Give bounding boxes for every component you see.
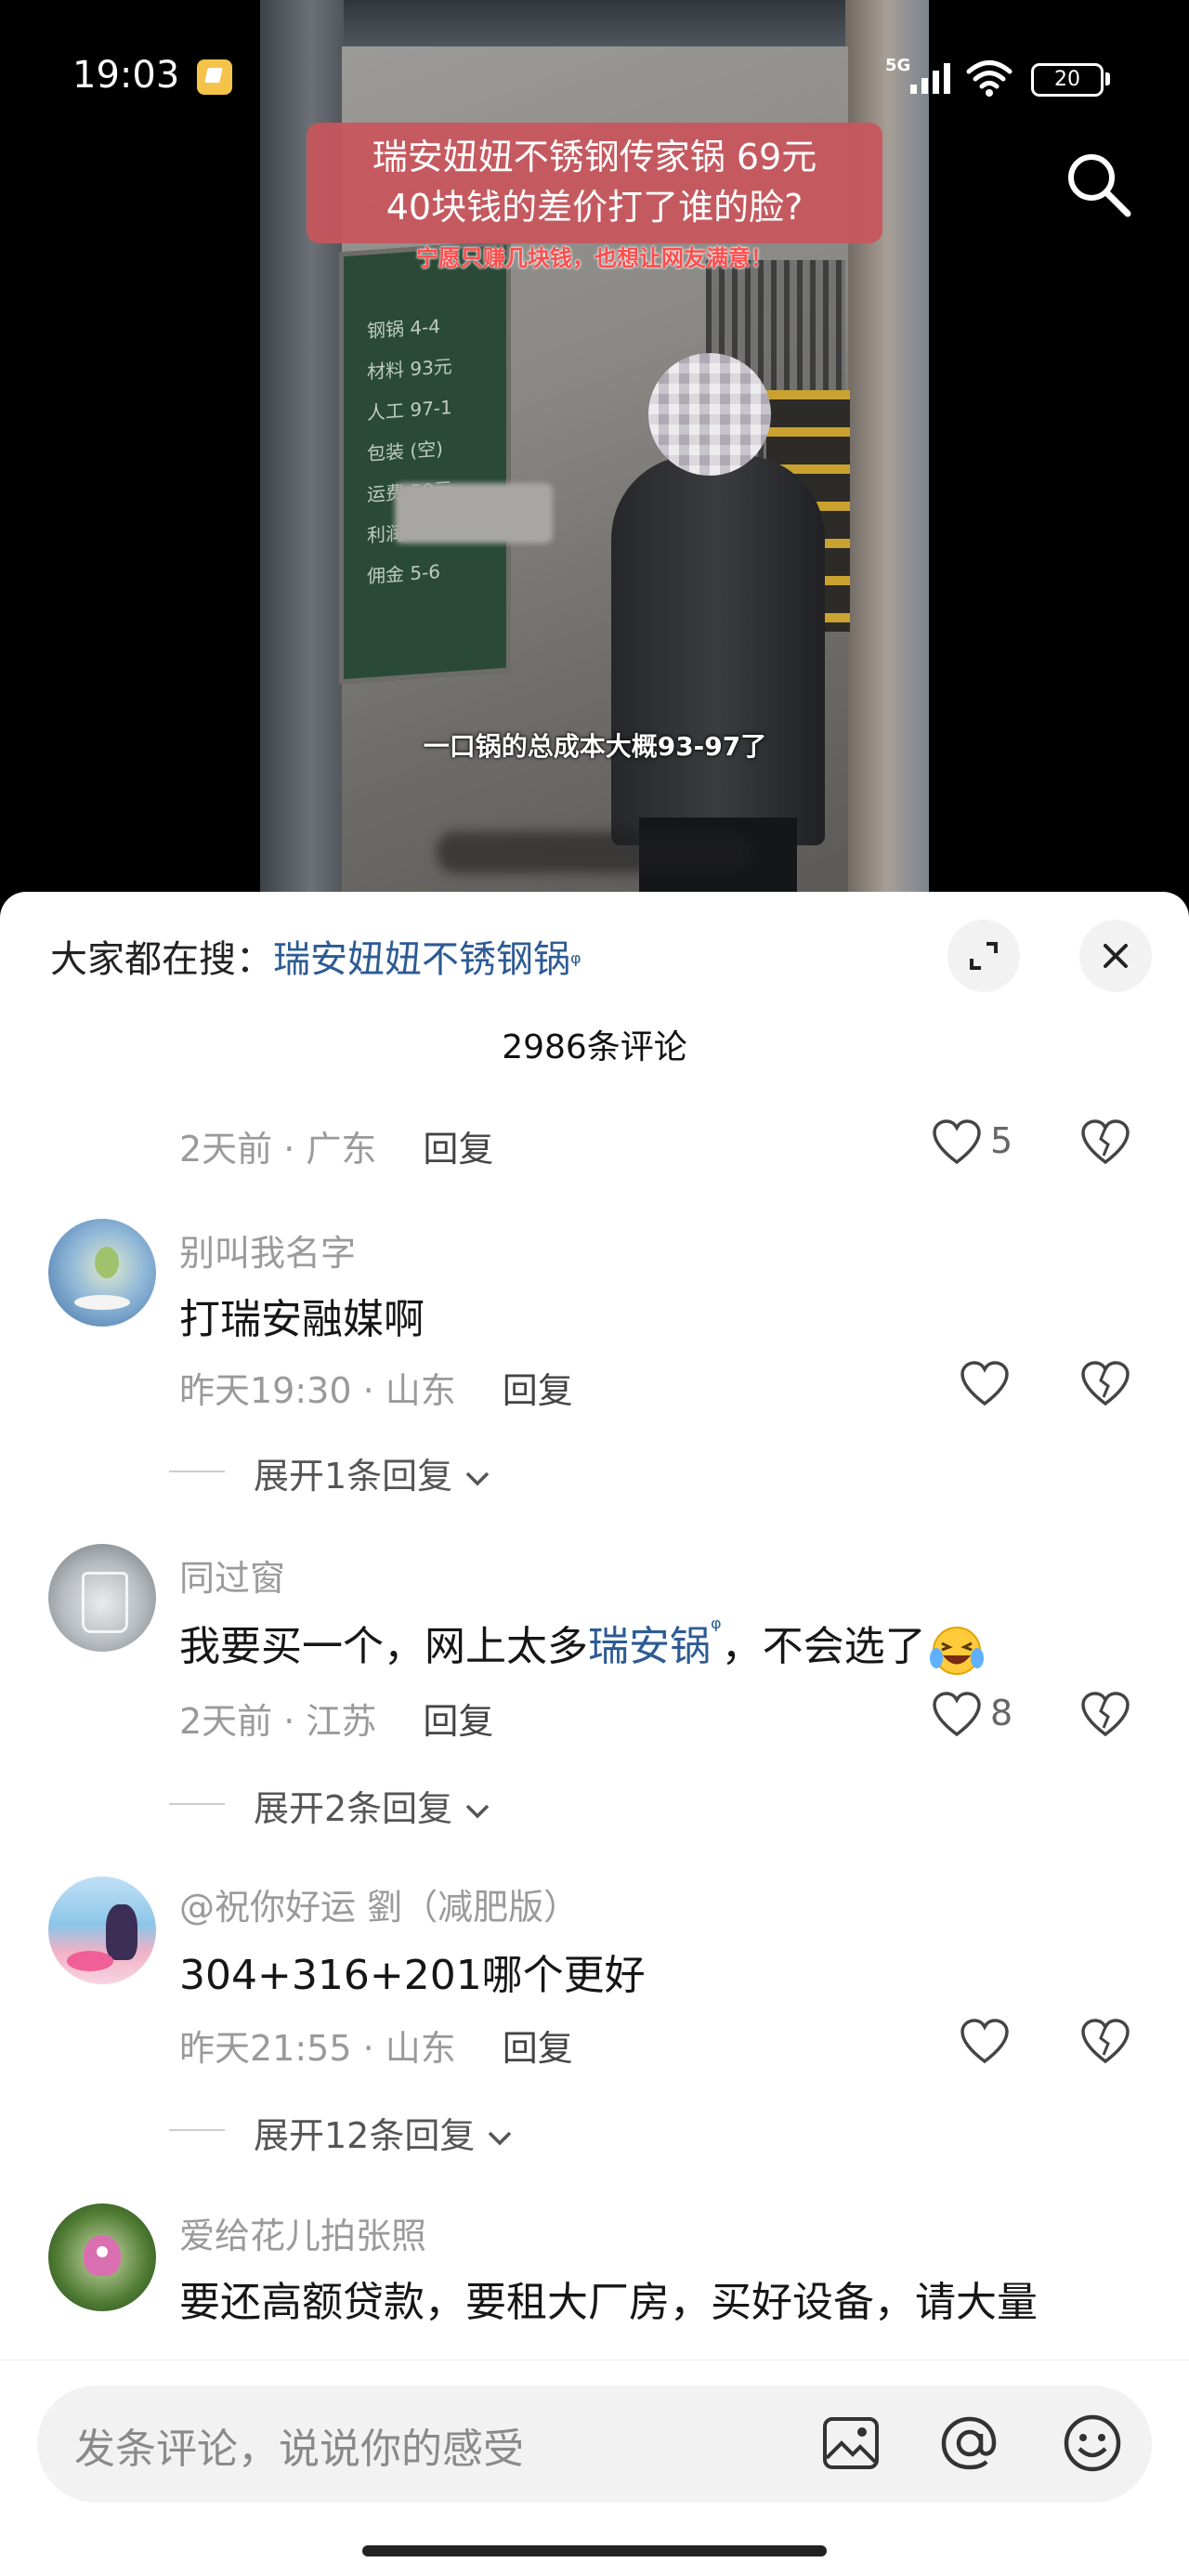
- close-button[interactable]: [1079, 920, 1152, 992]
- comment-text: 要还高额贷款，要租大厂房，买好设备，请大量: [179, 2279, 1038, 2326]
- comment-author[interactable]: 别叫我名字: [179, 1224, 356, 1275]
- person-figure: [611, 455, 825, 845]
- hot-search[interactable]: 大家都在搜：瑞安妞妞不锈钢锅ᵠ: [50, 929, 581, 983]
- comment-author[interactable]: 同过窗: [179, 1550, 285, 1601]
- chevron-down-icon: [466, 1804, 490, 1819]
- video-player[interactable]: 钢锅 4-4 材料 93元 人工 97-1 包装 (空) 运费 50元 利润 佣…: [0, 0, 1189, 892]
- comment-text-part: 我要买一个，网上太多: [179, 1623, 588, 1670]
- like-count: 5: [990, 1120, 1013, 1161]
- avatar[interactable]: [48, 1219, 156, 1327]
- video-caption: 一口锅的总成本大概93-97了: [423, 731, 767, 762]
- avatar[interactable]: [48, 2203, 156, 2311]
- avatar-pear: [95, 1247, 119, 1278]
- dislike-icon[interactable]: [1079, 1360, 1131, 1408]
- video-title-line1: 瑞安妞妞不锈钢传家锅 69元: [372, 137, 817, 177]
- like-icon[interactable]: [959, 2018, 1011, 2066]
- expand-replies-label: 展开12条回复: [254, 2115, 476, 2156]
- comment-author[interactable]: @祝你好运 劉（减肥版）: [179, 1878, 579, 1929]
- search-icon: ᵠ: [570, 948, 581, 978]
- like-count: 8: [990, 1693, 1013, 1733]
- dislike-icon[interactable]: [1079, 1691, 1131, 1739]
- video-title-line2: 40块钱的差价打了谁的脸?: [385, 187, 804, 228]
- reply-button[interactable]: 回复: [503, 1370, 573, 1411]
- blurred-subtitle: [437, 831, 752, 873]
- like-icon[interactable]: [931, 1691, 983, 1739]
- search-icon[interactable]: [1061, 147, 1135, 221]
- divider: [169, 1471, 225, 1472]
- expand-button[interactable]: [947, 920, 1020, 992]
- avatar-figure: [106, 1904, 137, 1960]
- video-subtitle: 宁愿只赚几块钱，也想让网友满意！: [416, 245, 773, 271]
- reply-button[interactable]: 回复: [503, 2028, 573, 2069]
- signal-icon: [910, 63, 950, 94]
- comment-time-location: 昨天19:30 · 山东: [179, 1370, 456, 1411]
- home-indicator[interactable]: [362, 2545, 827, 2556]
- laughing-emoji-icon: [929, 1627, 984, 1675]
- comment-meta: 2天前 · 江苏 回复: [179, 1693, 493, 1744]
- dislike-icon[interactable]: [1079, 1118, 1131, 1167]
- comment-text: 我要买一个，网上太多瑞安锅ᵠ，不会选了: [179, 1613, 987, 1677]
- expand-replies-label: 展开2条回复: [254, 1788, 453, 1829]
- avatar[interactable]: [48, 1876, 156, 1984]
- comment-time-location: 2天前 · 江苏: [179, 1701, 377, 1742]
- video-title-banner: 瑞安妞妞不锈钢传家锅 69元 40块钱的差价打了谁的脸?: [307, 123, 882, 243]
- comment-meta: 昨天19:30 · 山东 回复: [179, 1362, 573, 1413]
- like-icon[interactable]: [959, 1360, 1011, 1408]
- comment-meta: 2天前 · 广东 回复: [179, 1120, 493, 1171]
- avatar[interactable]: [48, 1544, 156, 1652]
- divider: [169, 2129, 225, 2131]
- expand-replies-label: 展开1条回复: [254, 1456, 453, 1497]
- comment-keyword-link[interactable]: 瑞安锅: [588, 1623, 711, 1670]
- network-type: 5G: [885, 56, 911, 75]
- status-time: 19:03: [72, 54, 180, 97]
- blurred-patch: [395, 483, 553, 543]
- comment-text-part: ，不会选了: [721, 1623, 926, 1670]
- mention-icon[interactable]: [938, 2413, 1001, 2473]
- emoji-icon[interactable]: [1061, 2412, 1124, 2475]
- expand-replies[interactable]: 展开12条回复: [254, 2107, 514, 2158]
- notes-icon: [197, 59, 232, 95]
- avatar-glass: [82, 1572, 128, 1633]
- avatar-cloud: [74, 1295, 130, 1310]
- divider: [169, 1803, 225, 1805]
- expand-replies[interactable]: 展开2条回复: [254, 1780, 491, 1831]
- chevron-down-icon: [466, 1471, 490, 1486]
- pixelated-face: [648, 353, 771, 476]
- image-icon[interactable]: [821, 2415, 881, 2471]
- wifi-icon: [966, 60, 1013, 97]
- comment-count: 2986条评论: [502, 1028, 687, 1066]
- search-icon: ᵠ: [711, 1613, 722, 1643]
- close-icon: [1104, 944, 1128, 968]
- expand-icon: [970, 942, 998, 970]
- reply-button[interactable]: 回复: [423, 1701, 493, 1742]
- reply-button[interactable]: 回复: [423, 1129, 493, 1170]
- battery-tip: [1105, 72, 1110, 85]
- comment-author[interactable]: 爱给花儿拍张照: [179, 2207, 426, 2258]
- comment-text: 打瑞安融媒啊: [179, 1296, 425, 1343]
- avatar-flower-center: [97, 2246, 108, 2257]
- chevron-down-icon: [489, 2131, 512, 2146]
- battery-icon: 20: [1031, 63, 1104, 97]
- comment-time-location: 2天前 · 广东: [179, 1129, 377, 1170]
- like-icon[interactable]: [931, 1118, 983, 1167]
- blackboard-text: 钢锅 4-4 材料 93元 人工 97-1 包装 (空) 运费 50元 利润 佣…: [367, 315, 452, 588]
- comment-text: 304+316+201哪个更好: [179, 1952, 646, 1999]
- comment-meta: 昨天21:55 · 山东 回复: [179, 2020, 573, 2071]
- hot-search-keyword[interactable]: 瑞安妞妞不锈钢锅: [273, 938, 570, 981]
- comment-input-placeholder: 发条评论，说说你的感受: [74, 2426, 524, 2473]
- dislike-icon[interactable]: [1079, 2018, 1131, 2066]
- hot-search-label: 大家都在搜：: [50, 938, 273, 981]
- expand-replies[interactable]: 展开1条回复: [254, 1447, 491, 1498]
- avatar-flowers: [67, 1951, 113, 1971]
- comment-time-location: 昨天21:55 · 山东: [179, 2028, 456, 2069]
